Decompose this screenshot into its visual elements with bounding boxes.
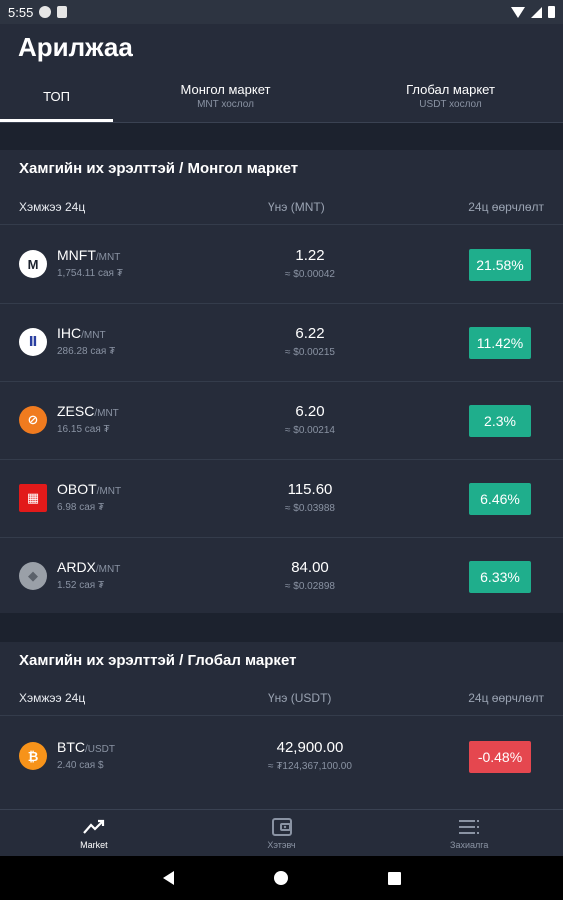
chart-trend-icon — [83, 817, 105, 837]
zesc-logo-icon: ⊘ — [19, 406, 47, 434]
tab-top[interactable]: ТОП — [0, 70, 113, 122]
coin-symbol: OBOT — [57, 481, 97, 497]
system-nav-bar — [0, 856, 563, 900]
nav-orders[interactable]: Захиалга — [375, 810, 563, 856]
coin-name: MNFT/MNT — [57, 247, 120, 263]
change-badge: 21.58% — [469, 249, 531, 281]
status-bar: 5:55 — [0, 0, 563, 24]
coin-usd-price: ≈ $0.02898 — [285, 581, 335, 592]
section-gap — [0, 123, 563, 150]
coin-price: 42,900.00 — [276, 739, 344, 756]
section-title: Хамгийн их эрэлттэй / Монгол маркет — [19, 160, 299, 177]
change-badge: 6.46% — [469, 483, 531, 515]
coin-name: ZESC/MNT — [57, 403, 119, 419]
coin-price: 6.22 — [295, 325, 325, 342]
tab-mongol-market-label: Монгол маркет — [180, 82, 271, 97]
market-row-ihc[interactable]: Ⅱ IHC/MNT 286.28 сая ₮ 6.22 ≈ $0.00215 1… — [0, 303, 563, 381]
tab-global-market-label: Глобал маркет — [406, 82, 495, 97]
tab-global-market-sub: USDT хослол — [419, 99, 482, 110]
market-row-ardx[interactable]: ◆ ARDX/MNT 1.52 сая ₮ 84.00 ≈ $0.02898 6… — [0, 537, 563, 615]
change-badge: 11.42% — [469, 327, 531, 359]
nav-wallet[interactable]: Хэтэвч — [188, 810, 376, 856]
app-header: Арилжаа ТОП Монгол маркет MNT хослол Гло… — [0, 24, 563, 122]
column-volume-header: Хэмжээ 24ц — [19, 200, 86, 214]
coin-pair: /MNT — [94, 408, 119, 419]
market-row-mnft[interactable]: M MNFT/MNT 1,754.11 сая ₮ 1.22 ≈ $0.0004… — [0, 225, 563, 303]
recent-apps-icon[interactable] — [387, 871, 401, 885]
tab-top-label: ТОП — [43, 88, 70, 104]
tab-global-market[interactable]: Глобал маркет USDT хослол — [338, 70, 563, 122]
coin-symbol: ZESC — [57, 403, 95, 419]
wallet-icon — [271, 817, 292, 837]
btc-logo-icon: ₿ — [19, 742, 47, 770]
section-gap — [0, 613, 563, 642]
coin-pair: /MNT — [96, 486, 122, 497]
divider — [0, 715, 563, 716]
coin-price: 84.00 — [291, 559, 329, 576]
coin-name: IHC/MNT — [57, 325, 106, 341]
tab-mongol-market-sub: MNT хослол — [197, 99, 254, 110]
market-row-btc[interactable]: ₿ BTC/USDT 2.40 сая $ 42,900.00 ≈ ₮124,3… — [0, 717, 563, 795]
coin-volume: 286.28 сая ₮ — [57, 346, 116, 357]
coin-symbol: BTC — [57, 739, 85, 755]
nav-market[interactable]: Market — [0, 810, 188, 856]
column-change-header: 24ц өөрчлөлт — [468, 691, 544, 705]
coin-usd-price: ≈ ₮124,367,100.00 — [268, 761, 352, 772]
nav-orders-label: Захиалга — [450, 839, 489, 850]
coin-name: BTC/USDT — [57, 739, 115, 755]
column-change-header: 24ц өөрчлөлт — [468, 200, 544, 214]
status-time: 5:55 — [8, 4, 34, 20]
ardx-logo-icon: ◆ — [19, 562, 47, 590]
change-badge: -0.48% — [469, 741, 531, 773]
wifi-icon — [511, 6, 525, 18]
bottom-nav: Market Хэтэвч Захиалга — [0, 809, 563, 856]
global-market-section: Хамгийн их эрэлттэй / Глобал маркет Хэмж… — [0, 642, 563, 809]
coin-price: 1.22 — [295, 247, 325, 264]
tab-mongol-market[interactable]: Монгол маркет MNT хослол — [113, 70, 338, 122]
change-badge: 2.3% — [469, 405, 531, 437]
home-icon[interactable] — [273, 871, 288, 885]
coin-volume: 16.15 сая ₮ — [57, 424, 110, 435]
column-volume-header: Хэмжээ 24ц — [19, 691, 86, 705]
coin-symbol: ARDX — [57, 559, 96, 575]
change-badge: 6.33% — [469, 561, 531, 593]
notification-icon — [39, 6, 52, 18]
coin-volume: 1,754.11 сая ₮ — [57, 268, 123, 279]
market-tabs: ТОП Монгол маркет MNT хослол Глобал марк… — [0, 70, 563, 122]
coin-usd-price: ≈ $0.00215 — [285, 347, 335, 358]
coin-pair: /MNT — [95, 252, 121, 263]
column-price-header: Үнэ (USDT) — [268, 691, 332, 705]
coin-symbol: IHC — [57, 325, 82, 341]
coin-symbol: MNFT — [57, 247, 96, 263]
coin-price: 115.60 — [287, 481, 333, 498]
coin-name: OBOT/MNT — [57, 481, 121, 497]
back-icon[interactable] — [162, 871, 174, 885]
coin-volume: 1.52 сая ₮ — [57, 580, 105, 591]
obot-logo-icon: ▦ — [19, 484, 47, 512]
ihc-logo-icon: Ⅱ — [19, 328, 47, 356]
signal-icon — [531, 6, 542, 18]
battery-icon — [548, 6, 555, 18]
coin-price: 6.20 — [295, 403, 325, 420]
section-title: Хамгийн их эрэлттэй / Глобал маркет — [19, 652, 297, 669]
coin-usd-price: ≈ $0.03988 — [285, 503, 335, 514]
list-icon — [458, 817, 480, 837]
nav-market-label: Market — [80, 839, 108, 850]
coin-name: ARDX/MNT — [57, 559, 120, 575]
coin-usd-price: ≈ $0.00042 — [285, 269, 335, 280]
coin-pair: /MNT — [95, 564, 121, 575]
market-row-zesc[interactable]: ⊘ ZESC/MNT 16.15 сая ₮ 6.20 ≈ $0.00214 2… — [0, 381, 563, 459]
coin-volume: 2.40 сая $ — [57, 760, 104, 771]
coin-volume: 6.98 сая ₮ — [57, 502, 105, 513]
column-price-header: Үнэ (MNT) — [268, 200, 325, 214]
market-row-obot[interactable]: ▦ OBOT/MNT 6.98 сая ₮ 115.60 ≈ $0.03988 … — [0, 459, 563, 537]
coin-pair: /USDT — [85, 744, 115, 755]
mongol-market-section: Хамгийн их эрэлттэй / Монгол маркет Хэмж… — [0, 150, 563, 613]
nav-wallet-label: Хэтэвч — [267, 839, 296, 850]
coin-pair: /MNT — [81, 330, 106, 341]
sd-card-icon — [57, 6, 68, 18]
mnft-logo-icon: M — [19, 250, 47, 278]
page-title: Арилжаа — [18, 32, 133, 62]
coin-usd-price: ≈ $0.00214 — [285, 425, 335, 436]
